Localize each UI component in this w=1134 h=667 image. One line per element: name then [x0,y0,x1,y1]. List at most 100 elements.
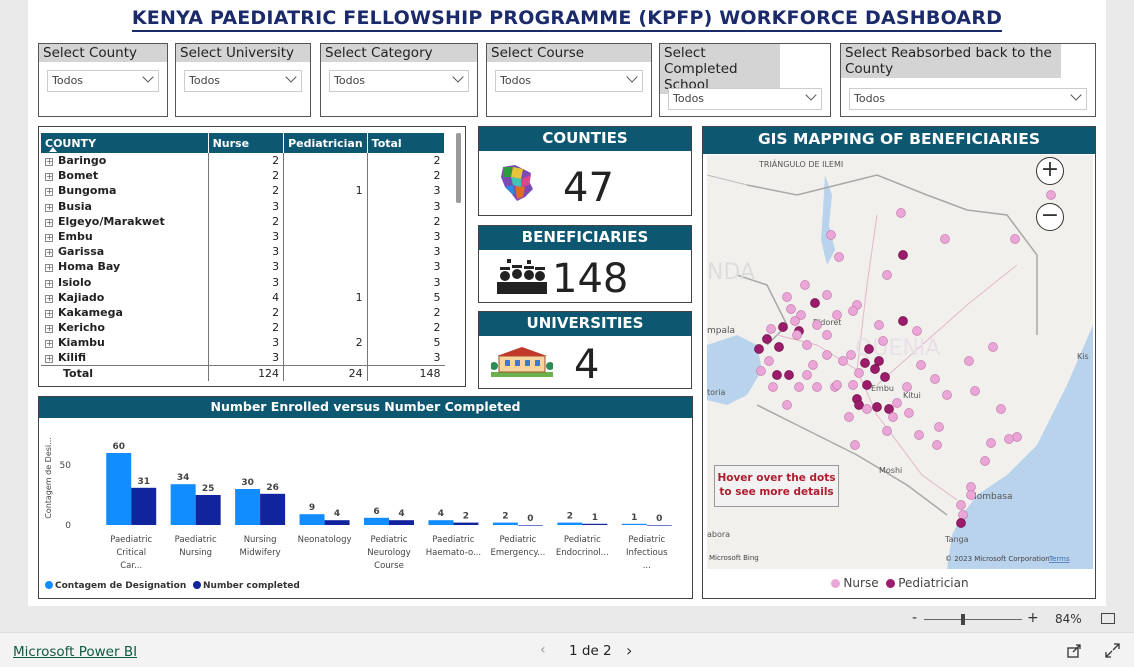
county-cell[interactable]: + Kericho [41,320,209,336]
pediatrician-dot[interactable] [772,370,782,380]
expand-icon[interactable]: + [45,309,53,318]
nurse-dot[interactable] [988,342,998,352]
expand-icon[interactable]: + [45,340,53,349]
table-row[interactable]: + Elgeyo/Marakwet 2 2 [41,213,445,229]
table-row[interactable]: + Baringo 2 2 [41,153,445,169]
pediatrician-dot[interactable] [774,342,784,352]
expand-icon[interactable]: + [45,234,53,243]
nurse-dot[interactable] [808,360,818,370]
nurse-dot[interactable] [980,456,990,466]
table-row[interactable]: + Bungoma 2 1 3 [41,183,445,199]
expand-icon[interactable]: + [45,249,53,258]
county-cell[interactable]: + Bomet [41,168,209,184]
fit-to-page-icon[interactable] [1101,613,1115,624]
column-header-total[interactable]: Total [367,133,446,153]
share-icon[interactable] [1067,643,1082,658]
nurse-dot[interactable] [768,382,778,392]
nurse-dot[interactable] [1004,434,1014,444]
nurse-dot[interactable] [802,370,812,380]
nurse-dot[interactable] [1012,432,1022,442]
zoom-out-button[interactable]: − [1036,203,1064,231]
county-cell[interactable]: + Busia [41,198,209,214]
table-scrollbar[interactable] [456,133,461,203]
nurse-dot[interactable] [848,306,858,316]
nurse-dot[interactable] [846,350,856,360]
nurse-dot[interactable] [790,316,800,326]
slicer-category[interactable]: Select Category Todos [320,43,478,117]
nurse-dot[interactable] [834,252,844,262]
nurse-dot[interactable] [782,292,792,302]
gis-map-visual[interactable]: GIS MAPPING OF BENEFICIARIES TRIÁNGULO D… [702,126,1096,599]
nurse-dot[interactable] [1046,190,1056,200]
power-bi-link[interactable]: Microsoft Power BI [13,644,137,660]
nurse-dot[interactable] [878,336,888,346]
table-row[interactable]: + Embu 3 3 [41,228,445,245]
nurse-dot[interactable] [956,500,966,510]
nurse-dot[interactable] [986,438,996,448]
pediatrician-dot[interactable] [810,298,820,308]
table-row[interactable]: + Kakamega 2 2 [41,304,445,321]
nurse-dot[interactable] [862,404,872,414]
nurse-dot[interactable] [832,310,842,320]
county-cell[interactable]: + Baringo [41,153,209,169]
county-cell[interactable]: + Kilifi [41,350,209,366]
zoom-slider-thumb[interactable] [961,614,965,625]
column-header-nurse[interactable]: Nurse [208,133,285,153]
university-dropdown[interactable]: Todos [184,70,302,92]
nurse-dot[interactable] [782,400,792,410]
expand-icon[interactable]: + [45,218,53,227]
nurse-dot[interactable] [850,440,860,450]
nurse-dot[interactable] [786,304,796,314]
pediatrician-dot[interactable] [778,322,788,332]
nurse-dot[interactable] [904,408,914,418]
nurse-dot[interactable] [932,440,942,450]
pediatrician-dot[interactable] [884,404,894,414]
table-row[interactable]: + Busia 3 3 [41,198,445,214]
county-matrix-table[interactable]: COUNTY Nurse Pediatrician Total + Baringo… [38,126,466,387]
pediatrician-dot[interactable] [880,372,890,382]
nurse-dot[interactable] [930,374,940,384]
nurse-dot[interactable] [812,382,822,392]
zoom-out-control[interactable]: - [912,610,917,626]
expand-icon[interactable]: + [45,173,53,182]
pediatrician-dot[interactable] [784,370,794,380]
pediatrician-dot[interactable] [754,344,764,354]
nurse-dot[interactable] [822,290,832,300]
pediatrician-dot[interactable] [898,316,908,326]
nurse-dot[interactable] [766,324,776,334]
nurse-dot[interactable] [966,482,976,492]
enrolled-vs-completed-chart[interactable]: Number Enrolled versus Number Completed … [38,396,693,599]
county-cell[interactable]: + Kajiado [41,289,209,305]
nurse-dot[interactable] [832,380,842,390]
reabsorbed-dropdown[interactable]: Todos [849,88,1087,110]
pediatrician-dot[interactable] [854,400,864,410]
county-cell[interactable]: + Homa Bay [41,259,209,275]
nurse-dot[interactable] [896,208,906,218]
nurse-dot[interactable] [914,430,924,440]
expand-icon[interactable]: + [45,188,53,197]
pediatrician-dot[interactable] [874,356,884,366]
nurse-dot[interactable] [802,340,812,350]
nurse-dot[interactable] [822,330,832,340]
nurse-dot[interactable] [958,510,968,520]
table-row[interactable]: + Bomet 2 2 [41,168,445,184]
nurse-dot[interactable] [826,230,836,240]
nurse-dot[interactable] [934,422,944,432]
nurse-dot[interactable] [838,356,848,366]
nurse-dot[interactable] [964,356,974,366]
nurse-dot[interactable] [996,404,1006,414]
zoom-slider-track[interactable] [924,619,1022,620]
completed-school-dropdown[interactable]: Todos [668,88,822,110]
table-row[interactable]: + Kajiado 4 1 5 [41,289,445,305]
zoom-in-button[interactable]: + [1036,157,1064,185]
column-header-county[interactable]: COUNTY [41,133,209,153]
next-page-icon[interactable]: › [626,641,632,660]
table-row[interactable]: + Kiambu 3 2 5 [41,335,445,351]
category-dropdown[interactable]: Todos [329,70,469,92]
nurse-dot[interactable] [902,382,912,392]
pediatrician-dot[interactable] [762,334,772,344]
pediatrician-dot[interactable] [870,364,880,374]
county-cell[interactable]: + Embu [41,228,209,245]
nurse-dot[interactable] [916,360,926,370]
slicer-county[interactable]: Select County Todos [38,43,168,117]
